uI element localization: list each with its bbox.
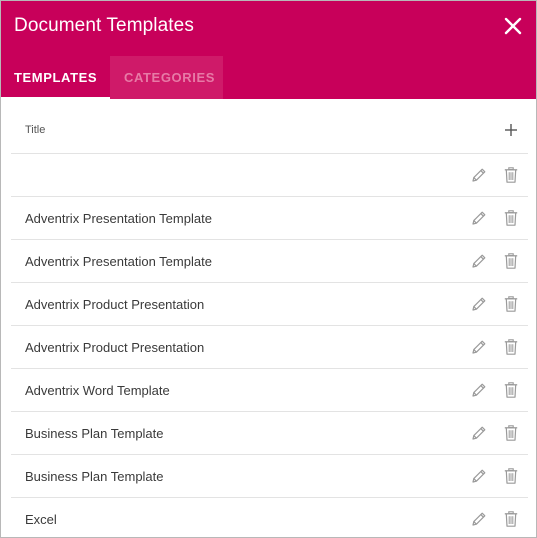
plus-icon — [505, 124, 517, 136]
column-title: Title — [25, 124, 46, 136]
dialog-header: Document Templates TEMPLATES CATEGORIES — [1, 1, 536, 99]
pencil-icon[interactable] — [470, 424, 488, 442]
trash-icon[interactable] — [502, 424, 520, 442]
template-title: Adventrix Word Template — [25, 382, 170, 398]
template-title: Adventrix Product Presentation — [25, 339, 205, 355]
template-title: Adventrix Product Presentation — [25, 296, 205, 312]
pencil-icon[interactable] — [470, 166, 488, 184]
list-item[interactable]: Adventrix Presentation Template — [11, 197, 528, 240]
close-icon — [504, 17, 522, 35]
row-actions — [470, 252, 520, 270]
template-title: Adventrix Presentation Template — [25, 253, 212, 269]
row-actions — [470, 209, 520, 227]
row-actions — [470, 295, 520, 313]
templates-list: Title Adventrix Presentation Template Ad… — [11, 111, 528, 537]
tab-templates[interactable]: TEMPLATES — [1, 56, 110, 99]
list-item[interactable]: Adventrix Word Template — [11, 369, 528, 412]
row-actions — [470, 467, 520, 485]
list-rows: Adventrix Presentation Template Adventri… — [11, 154, 528, 537]
pencil-icon[interactable] — [470, 467, 488, 485]
trash-icon[interactable] — [502, 338, 520, 356]
pencil-icon[interactable] — [470, 252, 488, 270]
dialog-title: Document Templates — [14, 15, 194, 36]
list-item[interactable]: Business Plan Template — [11, 412, 528, 455]
trash-icon[interactable] — [502, 295, 520, 313]
close-button[interactable] — [502, 15, 524, 37]
list-item[interactable]: Adventrix Product Presentation — [11, 326, 528, 369]
pencil-icon[interactable] — [470, 338, 488, 356]
trash-icon[interactable] — [502, 166, 520, 184]
list-item[interactable]: Excel — [11, 498, 528, 537]
trash-icon[interactable] — [502, 252, 520, 270]
list-item[interactable] — [11, 154, 528, 197]
row-actions — [470, 338, 520, 356]
template-title: Adventrix Presentation Template — [25, 210, 212, 226]
row-actions — [470, 510, 520, 528]
template-title: Excel — [25, 511, 57, 527]
list-header: Title — [11, 111, 528, 154]
pencil-icon[interactable] — [470, 510, 488, 528]
list-item[interactable]: Adventrix Product Presentation — [11, 283, 528, 326]
list-item[interactable]: Business Plan Template — [11, 455, 528, 498]
row-actions — [470, 381, 520, 399]
tab-bar: TEMPLATES CATEGORIES — [1, 56, 223, 99]
trash-icon[interactable] — [502, 467, 520, 485]
document-templates-dialog: Document Templates TEMPLATES CATEGORIES … — [0, 0, 537, 538]
pencil-icon[interactable] — [470, 381, 488, 399]
pencil-icon[interactable] — [470, 295, 488, 313]
row-actions — [470, 424, 520, 442]
pencil-icon[interactable] — [470, 209, 488, 227]
trash-icon[interactable] — [502, 209, 520, 227]
trash-icon[interactable] — [502, 381, 520, 399]
tab-categories[interactable]: CATEGORIES — [110, 56, 223, 99]
add-template-button[interactable] — [502, 121, 520, 139]
list-item[interactable]: Adventrix Presentation Template — [11, 240, 528, 283]
template-title: Business Plan Template — [25, 425, 164, 441]
trash-icon[interactable] — [502, 510, 520, 528]
row-actions — [470, 166, 520, 184]
template-title: Business Plan Template — [25, 468, 164, 484]
